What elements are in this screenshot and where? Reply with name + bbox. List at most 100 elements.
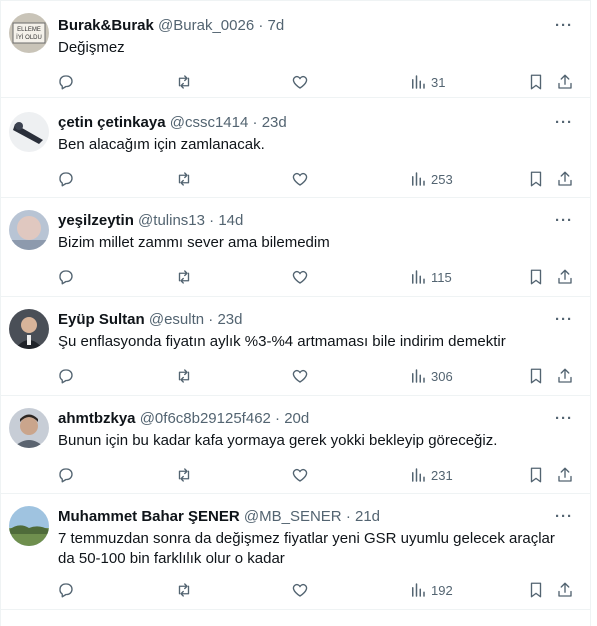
bookmark-icon xyxy=(527,268,545,286)
display-name[interactable]: Burak&Burak xyxy=(58,17,154,34)
timeline: ELLEME İYİ OLDU Burak&Burak @Burak_0026 … xyxy=(0,0,591,626)
tweet-header: çetin çetinkaya @cssc1414 · 23d xyxy=(58,113,550,133)
avatar[interactable]: ELLEME İYİ OLDU xyxy=(9,13,49,53)
separator: · xyxy=(208,311,214,328)
tweet[interactable]: Muhammet Bahar ŞENER @MB_SENER · 21d ···… xyxy=(1,494,590,610)
retweet-button[interactable] xyxy=(175,167,193,191)
reply-icon xyxy=(57,170,75,188)
bookmark-button[interactable] xyxy=(527,463,545,487)
timestamp[interactable]: 23d xyxy=(217,311,242,328)
display-name[interactable]: yeşilzeytin xyxy=(58,212,134,229)
share-icon xyxy=(556,367,574,385)
action-bar: 31 xyxy=(51,70,580,94)
views-button[interactable]: 306 xyxy=(409,364,453,388)
views-button[interactable]: 231 xyxy=(409,463,453,487)
retweet-icon xyxy=(175,581,193,599)
retweet-button[interactable] xyxy=(175,70,193,94)
views-button[interactable]: 115 xyxy=(409,265,452,289)
handle[interactable]: @tulins13 xyxy=(138,212,205,229)
views-count: 192 xyxy=(431,582,453,598)
retweet-button[interactable] xyxy=(175,463,193,487)
avatar[interactable] xyxy=(9,506,49,546)
more-icon[interactable]: ··· xyxy=(552,16,576,36)
bookmark-button[interactable] xyxy=(527,70,545,94)
more-icon[interactable]: ··· xyxy=(552,310,576,330)
views-count: 231 xyxy=(431,467,453,483)
bookmark-button[interactable] xyxy=(527,265,545,289)
display-name[interactable]: ahmtbzkya xyxy=(58,410,136,427)
avatar-text-line1: ELLEME xyxy=(17,27,41,33)
tweet[interactable]: ahmtbzkya @0f6c8b29125f462 · 20d ··· Bun… xyxy=(1,396,590,494)
timestamp[interactable]: 14d xyxy=(218,212,243,229)
heart-icon xyxy=(291,466,309,484)
retweet-button[interactable] xyxy=(175,364,193,388)
timestamp[interactable]: 7d xyxy=(268,17,285,34)
reply-button[interactable] xyxy=(57,364,75,388)
more-icon[interactable]: ··· xyxy=(552,507,576,527)
timestamp[interactable]: 23d xyxy=(262,114,287,131)
views-button[interactable]: 31 xyxy=(409,70,445,94)
reply-button[interactable] xyxy=(57,70,75,94)
reply-icon xyxy=(57,466,75,484)
avatar[interactable] xyxy=(9,210,49,250)
tweet[interactable]: Eyüp Sultan @esultn · 23d ··· Şu enflasy… xyxy=(1,297,590,396)
display-name[interactable]: Muhammet Bahar ŞENER xyxy=(58,508,240,525)
bookmark-button[interactable] xyxy=(527,167,545,191)
timestamp[interactable]: 21d xyxy=(355,508,380,525)
handle[interactable]: @Burak_0026 xyxy=(158,17,254,34)
reply-button[interactable] xyxy=(57,167,75,191)
avatar[interactable] xyxy=(9,408,49,448)
separator: · xyxy=(258,17,264,34)
retweet-icon xyxy=(175,268,193,286)
views-count: 115 xyxy=(431,269,452,285)
display-name[interactable]: çetin çetinkaya xyxy=(58,114,166,131)
like-button[interactable] xyxy=(291,70,309,94)
more-icon[interactable]: ··· xyxy=(552,211,576,231)
separator: · xyxy=(209,212,215,229)
share-button[interactable] xyxy=(556,70,574,94)
display-name[interactable]: Eyüp Sultan xyxy=(58,311,145,328)
more-icon[interactable]: ··· xyxy=(552,113,576,133)
tweet-text: Değişmez xyxy=(58,39,125,56)
like-button[interactable] xyxy=(291,167,309,191)
avatar[interactable] xyxy=(9,112,49,152)
share-button[interactable] xyxy=(556,463,574,487)
reply-button[interactable] xyxy=(57,578,75,602)
like-button[interactable] xyxy=(291,578,309,602)
views-chart-icon xyxy=(409,367,427,385)
bookmark-icon xyxy=(527,170,545,188)
avatar[interactable] xyxy=(9,309,49,349)
reply-button[interactable] xyxy=(57,463,75,487)
views-button[interactable]: 253 xyxy=(409,167,453,191)
reply-icon xyxy=(57,268,75,286)
handle[interactable]: @cssc1414 xyxy=(170,114,249,131)
tweet[interactable]: çetin çetinkaya @cssc1414 · 23d ··· Ben … xyxy=(1,98,590,198)
more-icon[interactable]: ··· xyxy=(552,409,576,429)
share-button[interactable] xyxy=(556,265,574,289)
like-button[interactable] xyxy=(291,265,309,289)
views-chart-icon xyxy=(409,170,427,188)
bookmark-icon xyxy=(527,466,545,484)
bookmark-icon xyxy=(527,581,545,599)
handle[interactable]: @esultn xyxy=(149,311,204,328)
reply-button[interactable] xyxy=(57,265,75,289)
action-bar: 192 xyxy=(51,578,580,602)
heart-icon xyxy=(291,367,309,385)
tweet[interactable]: ELLEME İYİ OLDU Burak&Burak @Burak_0026 … xyxy=(1,0,590,98)
share-button[interactable] xyxy=(556,167,574,191)
bookmark-button[interactable] xyxy=(527,364,545,388)
share-button[interactable] xyxy=(556,364,574,388)
views-count: 306 xyxy=(431,368,453,384)
views-button[interactable]: 192 xyxy=(409,578,453,602)
handle[interactable]: @0f6c8b29125f462 xyxy=(140,410,271,427)
share-button[interactable] xyxy=(556,578,574,602)
timestamp[interactable]: 20d xyxy=(284,410,309,427)
retweet-button[interactable] xyxy=(175,578,193,602)
views-chart-icon xyxy=(409,268,427,286)
like-button[interactable] xyxy=(291,364,309,388)
retweet-button[interactable] xyxy=(175,265,193,289)
bookmark-button[interactable] xyxy=(527,578,545,602)
tweet[interactable]: yeşilzeytin @tulins13 · 14d ··· Bizim mi… xyxy=(1,198,590,297)
handle[interactable]: @MB_SENER xyxy=(244,508,342,525)
like-button[interactable] xyxy=(291,463,309,487)
